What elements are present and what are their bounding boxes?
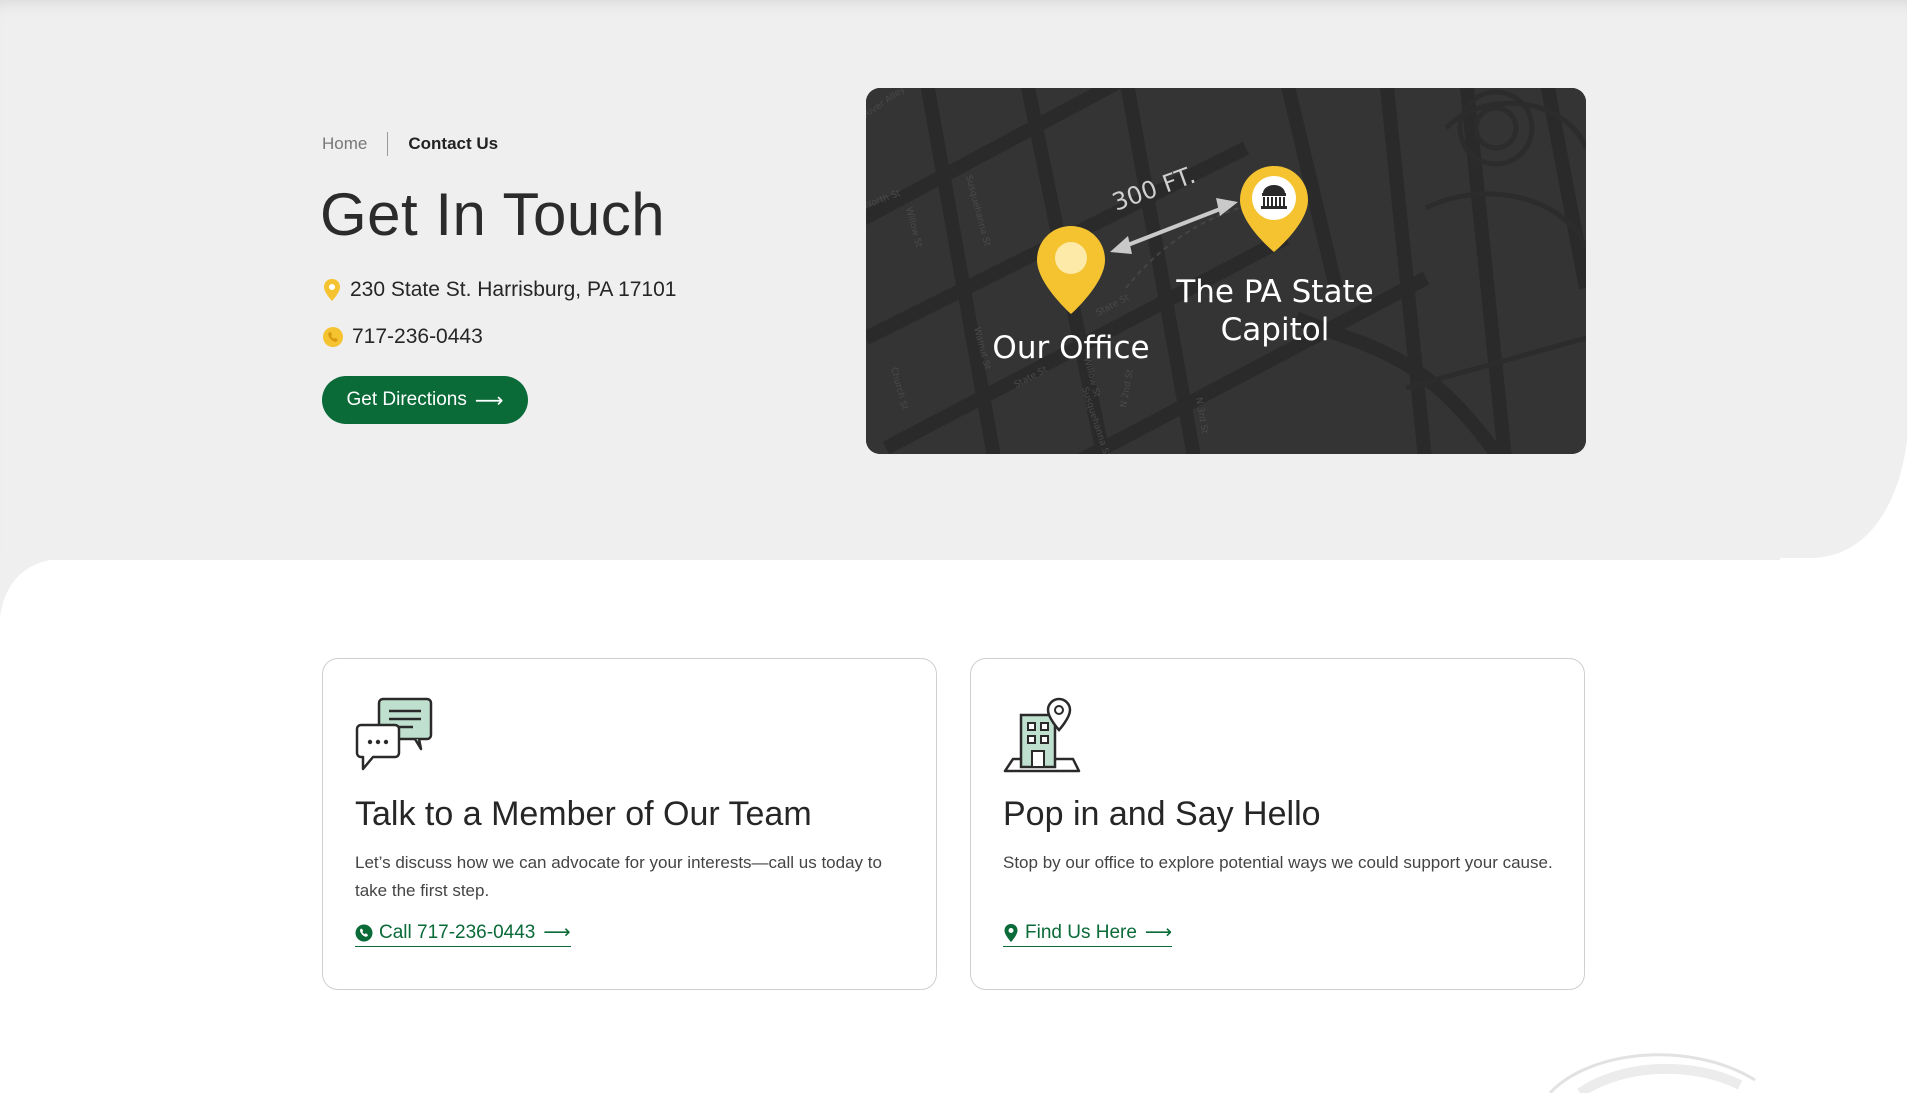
- chat-bubbles-icon: [355, 697, 433, 771]
- breadcrumb-home-link[interactable]: Home: [322, 134, 367, 154]
- contact-card-team: Talk to a Member of Our Team Let’s discu…: [322, 658, 937, 990]
- capitol-label-line1: The PA State: [1175, 274, 1373, 310]
- decorative-arc: [1548, 1053, 1756, 1093]
- map-pin-icon: [324, 279, 340, 301]
- address-row: 230 State St. Harrisburg, PA 17101: [322, 278, 676, 302]
- map-graphic: River Alley North St Willow St Susquehan…: [866, 88, 1586, 454]
- card-description: Stop by our office to explore potential …: [1003, 853, 1553, 872]
- map-pin-icon: [1004, 923, 1018, 942]
- office-label: Our Office: [992, 330, 1149, 366]
- contact-card-visit: Pop in and Say Hello Stop by our office …: [970, 658, 1585, 990]
- capitol-label-line2: Capitol: [1221, 312, 1330, 348]
- breadcrumb-divider: [387, 132, 389, 156]
- breadcrumb: Home Contact Us: [322, 132, 498, 156]
- card-description: Let’s discuss how we can advocate for yo…: [355, 853, 882, 900]
- get-directions-label: Get Directions: [346, 389, 467, 410]
- breadcrumb-current: Contact Us: [408, 134, 499, 153]
- building-location-icon: [1003, 697, 1081, 773]
- phone-icon: [323, 327, 343, 347]
- location-map: River Alley North St Willow St Susquehan…: [866, 88, 1586, 454]
- phone-row: 717-236-0443: [322, 325, 483, 349]
- card-title: Talk to a Member of Our Team: [355, 795, 812, 833]
- arrow-right-icon: ⟶: [1144, 922, 1173, 943]
- find-us-link-label: Find Us Here: [1025, 921, 1137, 943]
- hero-corner-curve: [1780, 440, 1907, 560]
- card-title: Pop in and Say Hello: [1003, 795, 1321, 833]
- call-link-label: Call 717-236-0443: [379, 921, 536, 943]
- get-directions-button[interactable]: Get Directions ⟶: [322, 376, 528, 424]
- page-title: Get In Touch: [320, 181, 666, 248]
- call-link[interactable]: Call 717-236-0443 ⟶: [355, 921, 571, 947]
- phone-icon: [355, 924, 373, 941]
- hero-left-curve: [0, 556, 80, 616]
- arrow-right-icon: ⟶: [543, 922, 571, 943]
- find-us-link[interactable]: Find Us Here ⟶: [1003, 921, 1173, 947]
- arrow-right-icon: ⟶: [474, 389, 504, 412]
- address-text: 230 State St. Harrisburg, PA 17101: [350, 278, 677, 301]
- phone-text: 717-236-0443: [352, 325, 483, 348]
- contact-cards: Talk to a Member of Our Team Let’s discu…: [322, 658, 1585, 990]
